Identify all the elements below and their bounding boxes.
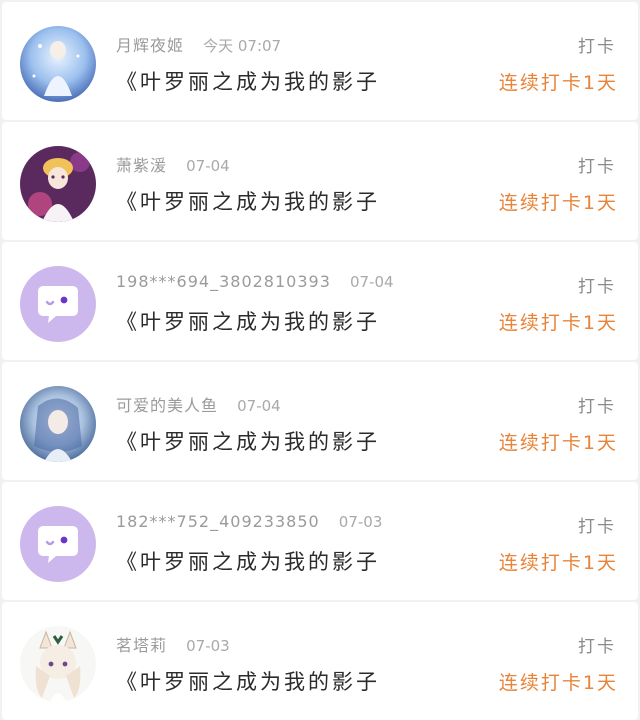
- checkin-date: 07-04: [237, 397, 281, 415]
- checkin-date: 07-03: [338, 513, 383, 531]
- streak-label: 连续打卡1天: [498, 432, 618, 454]
- username[interactable]: 182***752_409233850: [116, 512, 320, 531]
- item-meta: 月辉夜姬 今天 07:07: [116, 32, 281, 56]
- item-meta: 可爱的美人鱼 07-04: [116, 392, 281, 416]
- book-title[interactable]: 《叶罗丽之成为我的影子: [116, 546, 380, 576]
- item-meta: 茗塔莉 07-03: [116, 632, 230, 656]
- checkin-label: 打卡: [578, 157, 616, 177]
- avatar[interactable]: [20, 626, 96, 702]
- list-item[interactable]: 萧紫湲 07-04 《叶罗丽之成为我的影子 打卡 连续打卡1天: [2, 122, 638, 240]
- list-item[interactable]: 182***752_409233850 07-03 《叶罗丽之成为我的影子 打卡…: [2, 482, 638, 600]
- username[interactable]: 萧紫湲: [116, 156, 167, 175]
- avatar[interactable]: [20, 266, 96, 342]
- user-avatar-fairy: [20, 26, 96, 102]
- checkin-date: 07-04: [349, 273, 394, 291]
- book-title[interactable]: 《叶罗丽之成为我的影子: [116, 66, 380, 96]
- user-avatar-doll: [20, 146, 96, 222]
- user-avatar-catgirl: [20, 626, 96, 702]
- avatar[interactable]: [20, 386, 96, 462]
- checkin-feed: 月辉夜姬 今天 07:07 《叶罗丽之成为我的影子 打卡 连续打卡1天 萧紫湲 …: [0, 0, 640, 720]
- avatar[interactable]: [20, 506, 96, 582]
- streak-label: 连续打卡1天: [498, 192, 618, 214]
- username[interactable]: 198***694_3802810393: [116, 272, 331, 291]
- default-chat-avatar-icon: [20, 506, 96, 582]
- streak-label: 连续打卡1天: [498, 312, 618, 334]
- default-chat-avatar-icon: [20, 266, 96, 342]
- list-item[interactable]: 月辉夜姬 今天 07:07 《叶罗丽之成为我的影子 打卡 连续打卡1天: [2, 2, 638, 120]
- checkin-date: 今天 07:07: [203, 37, 282, 55]
- username[interactable]: 月辉夜姬: [116, 36, 184, 55]
- book-title[interactable]: 《叶罗丽之成为我的影子: [116, 426, 380, 456]
- streak-label: 连续打卡1天: [498, 672, 618, 694]
- book-title[interactable]: 《叶罗丽之成为我的影子: [116, 666, 380, 696]
- checkin-label: 打卡: [578, 37, 616, 57]
- checkin-date: 07-04: [186, 157, 230, 175]
- checkin-label: 打卡: [578, 397, 616, 417]
- checkin-label: 打卡: [578, 637, 616, 657]
- streak-label: 连续打卡1天: [498, 552, 618, 574]
- list-item[interactable]: 可爱的美人鱼 07-04 《叶罗丽之成为我的影子 打卡 连续打卡1天: [2, 362, 638, 480]
- avatar[interactable]: [20, 146, 96, 222]
- checkin-label: 打卡: [578, 517, 616, 537]
- item-meta: 182***752_409233850 07-03: [116, 512, 382, 531]
- book-title[interactable]: 《叶罗丽之成为我的影子: [116, 186, 380, 216]
- list-item[interactable]: 198***694_3802810393 07-04 《叶罗丽之成为我的影子 打…: [2, 242, 638, 360]
- streak-label: 连续打卡1天: [498, 72, 618, 94]
- checkin-label: 打卡: [578, 277, 616, 297]
- avatar[interactable]: [20, 26, 96, 102]
- username[interactable]: 茗塔莉: [116, 636, 167, 655]
- checkin-date: 07-03: [186, 637, 230, 655]
- username[interactable]: 可爱的美人鱼: [116, 396, 218, 415]
- user-avatar-mermaid: [20, 386, 96, 462]
- list-item[interactable]: 茗塔莉 07-03 《叶罗丽之成为我的影子 打卡 连续打卡1天: [2, 602, 638, 720]
- item-meta: 萧紫湲 07-04: [116, 152, 230, 176]
- item-meta: 198***694_3802810393 07-04: [116, 272, 394, 291]
- book-title[interactable]: 《叶罗丽之成为我的影子: [116, 306, 380, 336]
